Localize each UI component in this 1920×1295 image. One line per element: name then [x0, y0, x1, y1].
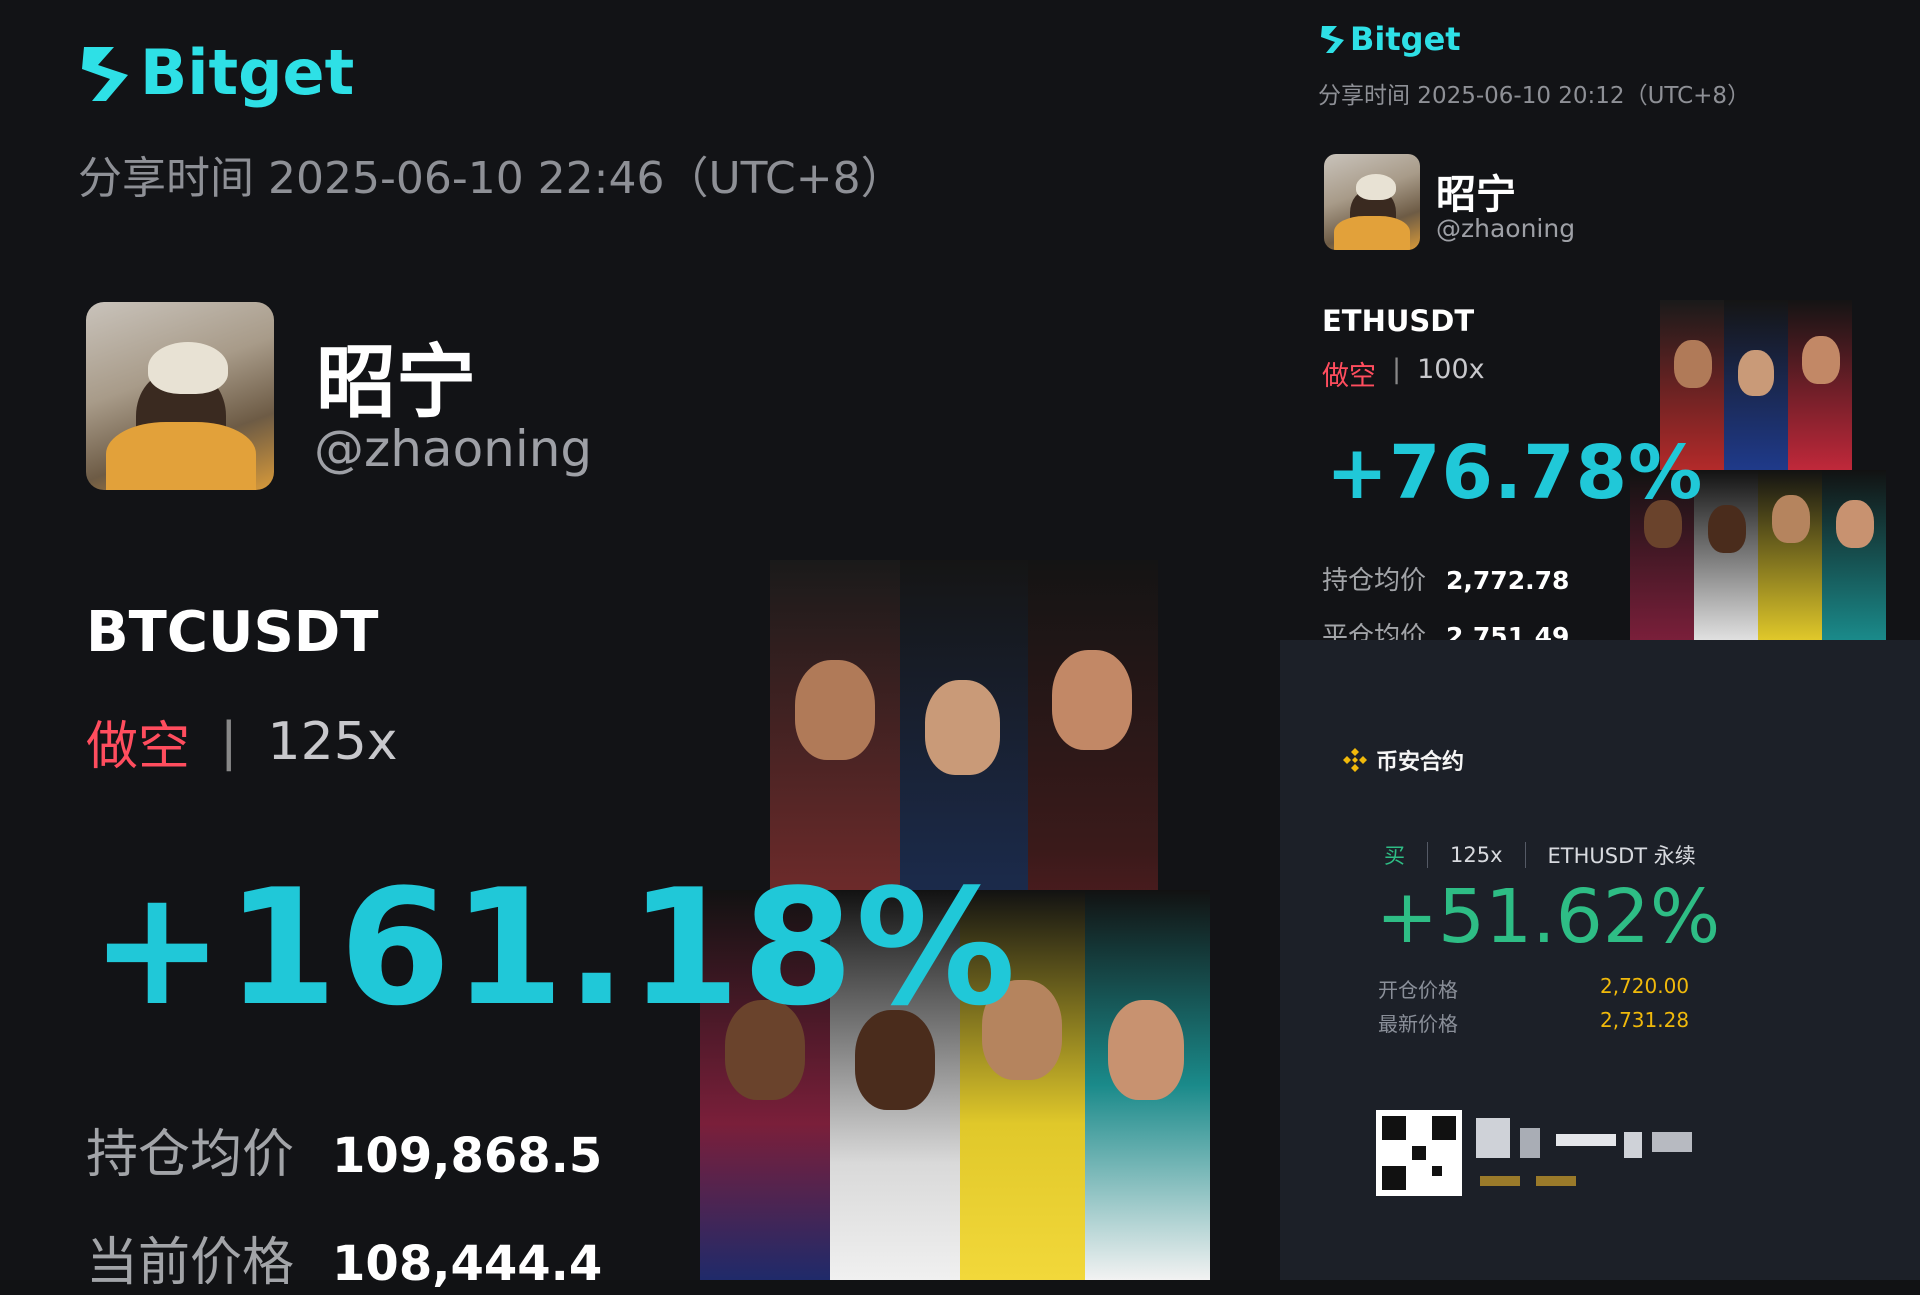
separator: |: [220, 711, 238, 772]
share-time: 分享时间 2025-06-10 20:12（UTC+8）: [1318, 83, 1751, 109]
binance-logo: 币安合约: [1340, 744, 1464, 776]
stat-row-avg-price: 持仓均价 109,868.5: [86, 1112, 602, 1187]
user-handle: @zhaoning: [1436, 214, 1576, 243]
pnl-percent: +161.18%: [90, 854, 1018, 1041]
pixelated-text: [1476, 1114, 1706, 1194]
divider: [1427, 842, 1428, 868]
user-handle: @zhaoning: [314, 420, 593, 478]
leverage-label: 125x: [1450, 843, 1503, 867]
stat-label: 持仓均价: [86, 1125, 295, 1185]
position-info: 做空 | 100x: [1322, 354, 1485, 393]
binance-logo-text: 币安合约: [1376, 750, 1465, 775]
separator: |: [1392, 354, 1402, 385]
side-label: 买: [1384, 844, 1405, 868]
stat-value: 2,772.78: [1446, 566, 1570, 595]
avatar: [1324, 154, 1420, 250]
binance-share-card: 币安合约 买 125x ETHUSDT 永续 +51.62% 开仓价格 2,72…: [1280, 640, 1920, 1280]
stat-value: 2,720.00: [1600, 974, 1690, 998]
share-time: 分享时间 2025-06-10 22:46（UTC+8）: [78, 153, 905, 204]
qr-code-icon: [1376, 1110, 1462, 1196]
binance-logo-icon: [1343, 748, 1367, 772]
bitget-logo: Bitget: [76, 36, 354, 109]
leverage-label: 125x: [267, 711, 398, 772]
stat-label: 开仓价格: [1378, 978, 1458, 1002]
bitget-logo-text: Bitget: [140, 36, 355, 109]
stat-value: 108,444.4: [332, 1236, 603, 1292]
direction-label: 做空: [86, 717, 191, 777]
divider: [1524, 842, 1526, 868]
pnl-percent: +76.78%: [1326, 430, 1704, 516]
position-info: 做空 | 125x: [86, 704, 398, 779]
leverage-label: 100x: [1417, 354, 1485, 385]
avatar: [86, 302, 274, 490]
bitget-logo: Bitget: [1318, 20, 1461, 58]
pnl-percent: +51.62%: [1376, 874, 1721, 960]
bitget-logo-icon: [1321, 26, 1344, 53]
stat-label: 当前价格: [86, 1233, 295, 1293]
direction-label: 做空: [1322, 361, 1376, 392]
stat-row-avg-price: 持仓均价 2,772.78: [1322, 560, 1569, 597]
bitget-logo-icon: [82, 46, 128, 101]
stat-label: 持仓均价: [1322, 566, 1427, 596]
contract-label: ETHUSDT 永续: [1547, 844, 1696, 868]
bitget-share-card-btc: Bitget 分享时间 2025-06-10 22:46（UTC+8） 昭宁 @…: [0, 0, 1280, 1293]
trading-pair: BTCUSDT: [86, 600, 379, 665]
position-info: 买 125x ETHUSDT 永续: [1384, 840, 1696, 870]
trading-pair: ETHUSDT: [1322, 304, 1475, 338]
stat-value: 109,868.5: [332, 1128, 603, 1184]
stat-row-current-price: 当前价格 108,444.4: [86, 1220, 602, 1295]
stat-label: 最新价格: [1378, 1012, 1458, 1036]
stat-value: 2,731.28: [1600, 1008, 1690, 1032]
user-name: 昭宁: [1436, 172, 1516, 218]
bitget-share-card-eth: Bitget 分享时间 2025-06-10 20:12（UTC+8） 昭宁 @…: [1280, 0, 1920, 652]
bitget-logo-text: Bitget: [1350, 20, 1461, 58]
user-name: 昭宁: [316, 336, 476, 429]
